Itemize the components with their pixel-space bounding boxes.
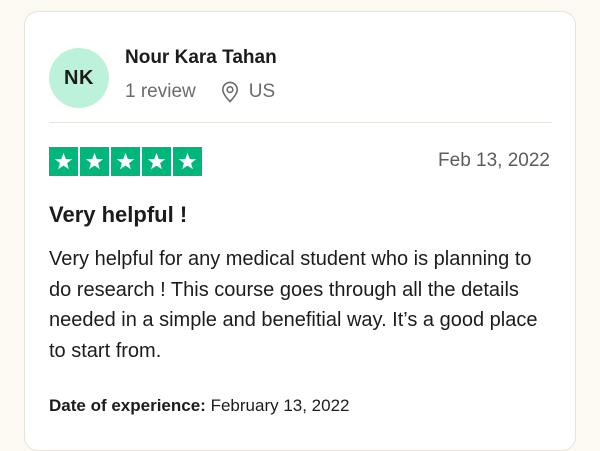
reviewer-info: Nour Kara Tahan 1 review US xyxy=(125,47,277,103)
star-box xyxy=(80,147,109,176)
review-title[interactable]: Very helpful ! xyxy=(49,202,187,228)
location-label: US xyxy=(248,81,276,102)
reviewer-meta: 1 review US xyxy=(125,81,277,103)
avatar[interactable]: NK xyxy=(49,48,109,108)
divider xyxy=(49,122,552,123)
reviewer-location: US xyxy=(220,81,275,103)
review-count: 1 review xyxy=(125,81,196,102)
star-rating xyxy=(49,147,202,176)
location-pin-icon xyxy=(220,81,240,103)
star-icon xyxy=(54,152,73,170)
star-icon xyxy=(116,152,135,170)
review-body: Very helpful for any medical student who… xyxy=(49,248,538,362)
star-icon xyxy=(147,152,166,170)
experience-date: February 13, 2022 xyxy=(210,396,350,415)
reviewer-name[interactable]: Nour Kara Tahan xyxy=(125,47,277,69)
experience-label: Date of experience: xyxy=(49,396,206,415)
reviewer-header: NK Nour Kara Tahan 1 review US xyxy=(49,40,277,116)
star-box xyxy=(142,147,171,176)
star-box xyxy=(49,147,78,176)
star-box xyxy=(173,147,202,176)
date-of-experience: Date of experience: February 13, 2022 xyxy=(49,396,350,416)
review-card: NK Nour Kara Tahan 1 review US Feb 13, 2… xyxy=(24,11,576,451)
star-icon xyxy=(85,152,104,170)
star-icon xyxy=(178,152,197,170)
review-date: Feb 13, 2022 xyxy=(438,150,550,171)
star-box xyxy=(111,147,140,176)
